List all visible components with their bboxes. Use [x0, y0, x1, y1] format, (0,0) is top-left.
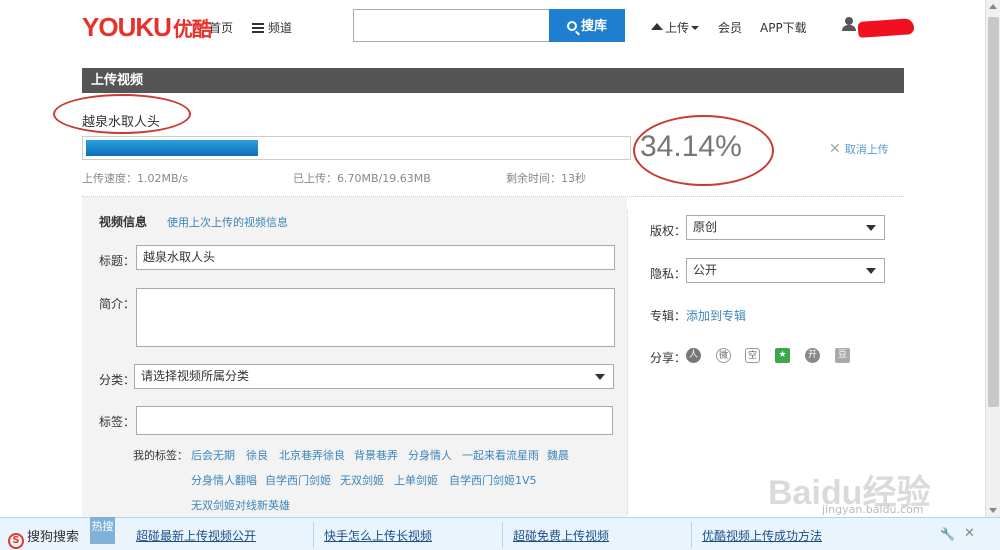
upload-menu[interactable]: 上传	[651, 19, 700, 36]
hot-search-badge: 热搜	[90, 517, 115, 544]
divider	[691, 522, 692, 548]
category-select[interactable]: 请选择视频所属分类	[134, 364, 614, 389]
tag-link[interactable]: 无双剑姬	[340, 472, 384, 488]
upload-file-name: 越泉水取人头	[82, 115, 161, 130]
tag-link[interactable]: 魏晨	[547, 447, 569, 463]
privacy-select-value: 公开	[693, 263, 718, 277]
copyright-select[interactable]: 原创	[686, 215, 885, 240]
search-button[interactable]: 搜库	[549, 9, 625, 42]
copyright-select-value: 原创	[693, 220, 718, 234]
username-redaction	[857, 18, 915, 38]
top-header: YOUKU 优酷 首页 频道 搜库 上传 会员 APP下载	[0, 0, 985, 55]
logo-cn: 优酷	[172, 19, 212, 41]
qq-star-icon[interactable]: ★	[775, 348, 790, 363]
chevron-down-icon	[866, 225, 876, 231]
close-icon[interactable]: ✕	[964, 526, 975, 541]
close-icon: ✕	[829, 141, 841, 157]
tags-label: 标签：	[99, 415, 136, 429]
nav-channel-label: 频道	[268, 21, 293, 35]
category-select-value: 请选择视频所属分类	[141, 369, 250, 383]
search-button-label: 搜库	[580, 18, 607, 33]
upload-progress-fill	[86, 140, 258, 156]
qzone-icon[interactable]: 空	[745, 348, 760, 363]
add-to-album-link[interactable]: 添加到专辑	[686, 307, 746, 324]
search-input[interactable]	[353, 9, 550, 42]
cancel-upload-label: 取消上传	[844, 143, 889, 156]
upload-percent: 34.14%	[640, 130, 742, 163]
sogou-logo-icon: S	[8, 533, 24, 549]
tag-link[interactable]: 无双剑姬对线新英雄	[191, 497, 290, 513]
tag-link[interactable]: 分身情人	[408, 447, 452, 463]
menu-icon	[252, 23, 264, 33]
intro-label: 简介：	[99, 297, 136, 311]
nav-channel-link[interactable]: 频道	[252, 19, 292, 36]
baidu-watermark-url: jingyan.baidu.com	[822, 503, 924, 516]
album-label: 专辑：	[650, 309, 687, 323]
settings-wrench-icon[interactable]: 🔧	[940, 527, 955, 541]
sogou-brand[interactable]: S 搜狗搜索	[8, 526, 79, 549]
title-label: 标题：	[99, 254, 136, 268]
app-download-link[interactable]: APP下载	[760, 19, 807, 36]
video-info-title: 视频信息	[99, 215, 148, 229]
nav-home-link[interactable]: 首页	[209, 19, 233, 36]
title-input[interactable]: 越泉水取人头	[136, 245, 615, 270]
hot-search-link[interactable]: 快手怎么上传长视频	[324, 527, 432, 544]
tag-link[interactable]: 背景巷弄	[354, 447, 398, 463]
remaining-time: 剩余时间：13秒	[506, 172, 586, 185]
share-label: 分享：	[650, 351, 687, 365]
uploaded-size: 已上传：6.70MB/19.63MB	[293, 172, 431, 185]
upload-arrow-icon	[651, 23, 663, 30]
tag-link[interactable]: 分身情人翻唱	[191, 472, 257, 488]
tag-link[interactable]: 自学西门剑姬	[265, 472, 331, 488]
category-label: 分类：	[99, 373, 136, 387]
upload-menu-label: 上传	[665, 21, 690, 35]
upload-progress-bar	[82, 136, 631, 160]
member-link[interactable]: 会员	[718, 19, 742, 36]
divider	[627, 210, 628, 515]
use-last-info-link[interactable]: 使用上次上传的视频信息	[167, 214, 288, 230]
copyright-label: 版权：	[650, 224, 687, 238]
chevron-down-icon	[866, 268, 876, 274]
douban-icon[interactable]: 豆	[835, 348, 850, 363]
tag-link[interactable]: 上单剑姬	[394, 472, 438, 488]
tags-input[interactable]	[136, 406, 613, 435]
section-title: 上传视频	[82, 68, 904, 93]
renren-icon[interactable]: 人	[686, 348, 701, 363]
page-scrollbar[interactable]	[985, 0, 1000, 517]
search-icon	[566, 21, 577, 31]
sogou-brand-label: 搜狗搜索	[27, 530, 80, 545]
scroll-down-icon[interactable]	[989, 508, 997, 513]
scroll-up-icon[interactable]	[989, 4, 997, 9]
cancel-upload-link[interactable]: ✕ 取消上传	[829, 141, 889, 157]
tag-link[interactable]: 一起来看流星雨	[462, 447, 539, 463]
tag-link[interactable]: 自学西门剑姬1V5	[449, 472, 537, 488]
my-tags-label: 我的标签：	[133, 449, 188, 462]
kaixin-icon[interactable]: 开	[805, 348, 820, 363]
scroll-thumb[interactable]	[988, 17, 999, 407]
divider	[313, 522, 314, 548]
divider	[502, 522, 503, 548]
user-icon[interactable]	[842, 17, 856, 31]
hot-search-link[interactable]: 超碰免费上传视频	[513, 527, 609, 544]
tag-link[interactable]: 徐良	[246, 447, 268, 463]
weibo-icon[interactable]: 微	[716, 348, 731, 363]
sogou-bottom-bar: S 搜狗搜索 超碰最新上传视频公开 快手怎么上传长视频 超碰免费上传视频 优酷视频…	[0, 517, 1000, 550]
privacy-select[interactable]: 公开	[686, 258, 885, 283]
privacy-label: 隐私：	[650, 267, 687, 281]
intro-textarea[interactable]	[136, 288, 615, 347]
tag-link[interactable]: 后会无期	[191, 447, 235, 463]
chevron-down-icon	[595, 374, 605, 380]
youku-logo[interactable]: YOUKU 优酷	[82, 12, 212, 43]
upload-speed: 上传速度：1.02MB/s	[82, 172, 188, 185]
logo-text: YOUKU	[82, 12, 172, 42]
hot-search-link[interactable]: 超碰最新上传视频公开	[136, 527, 256, 544]
chevron-down-icon	[691, 26, 700, 30]
tag-link[interactable]: 北京巷弄徐良	[279, 447, 345, 463]
hot-search-link[interactable]: 优酷视频上传成功方法	[702, 527, 822, 544]
